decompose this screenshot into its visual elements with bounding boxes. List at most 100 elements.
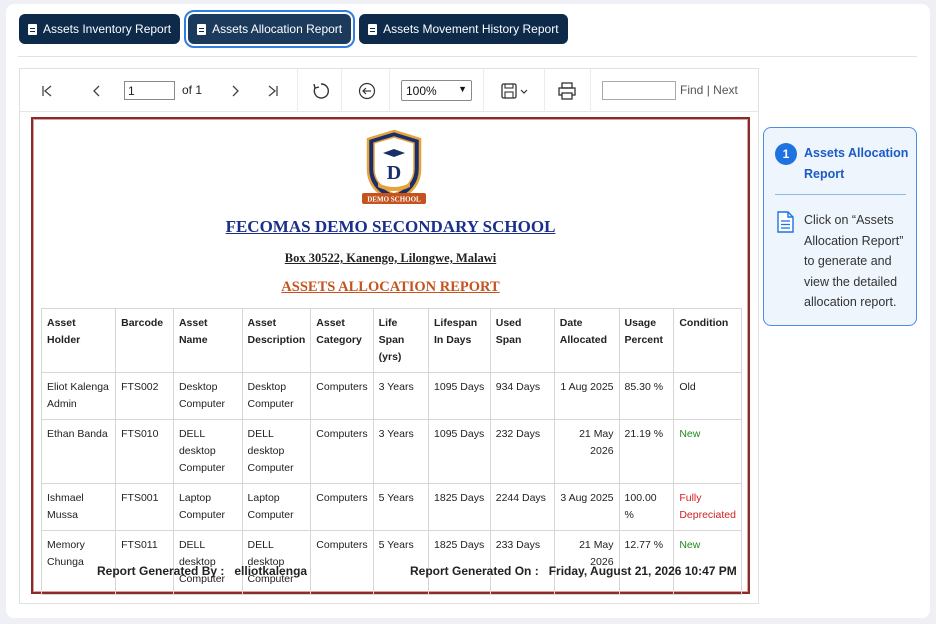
last-page-icon[interactable] xyxy=(260,69,286,112)
refresh-icon[interactable] xyxy=(308,69,334,112)
first-page-icon[interactable] xyxy=(34,69,60,112)
table-cell: Eliot Kalenga Admin xyxy=(40,372,117,420)
generated-by-value: elliotkalenga xyxy=(234,564,308,578)
table-cell: 5 Years xyxy=(372,530,430,595)
next-link[interactable]: Next xyxy=(713,83,738,97)
school-logo: D DEMO SCHOOL xyxy=(362,129,426,204)
table-cell: Desktop Computer xyxy=(172,372,243,420)
column-header: Asset Description xyxy=(241,308,312,373)
toolbar-separator xyxy=(389,69,390,112)
table-cell: Computers xyxy=(310,530,374,595)
table-cell: 2244 Days xyxy=(489,483,555,531)
table-row: Ethan Banda FTS010 DELL desktop Computer… xyxy=(40,419,742,484)
document-icon xyxy=(28,23,37,35)
find-links: Find | Next xyxy=(680,83,738,97)
table-cell: Laptop Computer xyxy=(241,483,312,531)
table-cell: 12.77 % xyxy=(618,530,675,595)
tab-assets-movement-history-report[interactable]: Assets Movement History Report xyxy=(359,14,568,44)
guide-callout: 1 Assets Allocation Report Click on “Ass… xyxy=(763,127,917,326)
table-cell: FTS011 xyxy=(115,530,174,595)
toolbar-separator xyxy=(483,69,484,112)
column-header: Asset Category xyxy=(310,308,374,373)
table-cell: 85.30 % xyxy=(618,372,675,420)
column-header: Life Span (yrs) xyxy=(372,308,430,373)
table-cell: 3 Years xyxy=(372,372,430,420)
column-header: Used Span xyxy=(489,308,555,373)
tab-assets-allocation-report[interactable]: Assets Allocation Report xyxy=(184,10,356,48)
table-cell: Laptop Computer xyxy=(172,483,243,531)
table-cell: DELL desktop Computer xyxy=(172,419,243,484)
generated-by-label: Report Generated By : xyxy=(97,564,225,578)
generated-on-value: Friday, August 21, 2026 10:47 PM xyxy=(548,564,737,578)
callout-text: Click on “Assets Allocation Report” to g… xyxy=(804,213,904,309)
table-cell: Computers xyxy=(310,372,374,420)
logo-text: DEMO SCHOOL xyxy=(367,196,421,204)
tabs-divider xyxy=(18,56,917,57)
table-cell: FTS001 xyxy=(115,483,174,531)
table-cell: 3 Years xyxy=(372,419,430,484)
document-icon xyxy=(777,211,794,233)
page-total-label: of 1 xyxy=(182,83,203,97)
back-icon[interactable] xyxy=(354,69,380,112)
table-cell: 1825 Days xyxy=(428,483,491,531)
table-cell: 1 Aug 2025 xyxy=(553,372,620,420)
document-icon xyxy=(197,23,207,35)
table-cell: FTS002 xyxy=(115,372,174,420)
table-cell: 21.19 % xyxy=(618,419,675,484)
next-page-icon[interactable] xyxy=(222,69,248,112)
table-cell: 21 May 2026 xyxy=(553,530,620,595)
svg-text:D: D xyxy=(387,162,401,184)
table-row: Ishmael Mussa FTS001 Laptop Computer Lap… xyxy=(40,483,742,531)
column-header: Usage Percent xyxy=(618,308,675,373)
table-cell: DELL desktop Computer xyxy=(172,530,243,595)
table-cell: 233 Days xyxy=(489,530,555,595)
tab-label: Assets Allocation Report xyxy=(212,22,343,36)
table-cell: Ethan Banda xyxy=(40,419,117,484)
table-cell: 232 Days xyxy=(489,419,555,484)
table-cell: 21 May 2026 xyxy=(553,419,620,484)
tab-label: Assets Movement History Report xyxy=(383,22,559,36)
report-viewer: of 1 100% ▼ Find | xyxy=(19,68,759,604)
toolbar-separator xyxy=(590,69,591,112)
tab-assets-inventory-report[interactable]: Assets Inventory Report xyxy=(19,14,181,44)
callout-title: Assets Allocation Report xyxy=(804,146,909,181)
chevron-down-icon: ▼ xyxy=(458,84,467,94)
condition-cell: New xyxy=(673,419,742,484)
callout-divider xyxy=(775,194,906,195)
table-row: Eliot Kalenga Admin FTS002 Desktop Compu… xyxy=(40,372,742,420)
table-cell: 934 Days xyxy=(489,372,555,420)
page-number-input[interactable] xyxy=(124,81,175,100)
print-icon[interactable] xyxy=(554,69,580,112)
generated-by: Report Generated By : elliotkalenga xyxy=(97,564,307,578)
column-header: Asset Name xyxy=(172,308,243,373)
table-cell: 1095 Days xyxy=(428,372,491,420)
table-cell: DELL desktop Computer xyxy=(241,530,312,595)
step-number-badge: 1 xyxy=(775,143,797,165)
prev-page-icon[interactable] xyxy=(84,69,110,112)
find-link[interactable]: Find xyxy=(680,83,703,97)
document-icon xyxy=(368,23,378,35)
table-cell: Ishmael Mussa xyxy=(40,483,117,531)
viewer-toolbar: of 1 100% ▼ Find | xyxy=(20,69,758,112)
table-cell: Desktop Computer xyxy=(241,372,312,420)
zoom-select[interactable]: 100% ▼ xyxy=(401,80,472,101)
column-header: Date Allocated xyxy=(553,308,620,373)
table-cell: FTS010 xyxy=(115,419,174,484)
column-header: Barcode xyxy=(115,308,174,373)
column-header: Lifespan In Days xyxy=(428,308,491,373)
table-cell: 1095 Days xyxy=(428,419,491,484)
table-cell: 3 Aug 2025 xyxy=(553,483,620,531)
generated-on-label: Report Generated On : xyxy=(410,564,539,578)
table-cell: DELL desktop Computer xyxy=(241,419,312,484)
find-input[interactable] xyxy=(602,81,676,100)
condition-cell: Fully Depreciated xyxy=(673,483,742,531)
column-header: Asset Holder xyxy=(40,308,117,373)
generated-on: Report Generated On : Friday, August 21,… xyxy=(410,564,737,578)
toolbar-separator xyxy=(297,69,298,112)
link-separator: | xyxy=(706,83,710,97)
save-icon[interactable] xyxy=(495,69,535,112)
tab-label: Assets Inventory Report xyxy=(43,22,172,36)
table-cell: 1825 Days xyxy=(428,530,491,595)
table-header-row: Asset Holder Barcode Asset Name Asset De… xyxy=(40,308,742,373)
report-title: ASSETS ALLOCATION REPORT xyxy=(281,279,500,295)
